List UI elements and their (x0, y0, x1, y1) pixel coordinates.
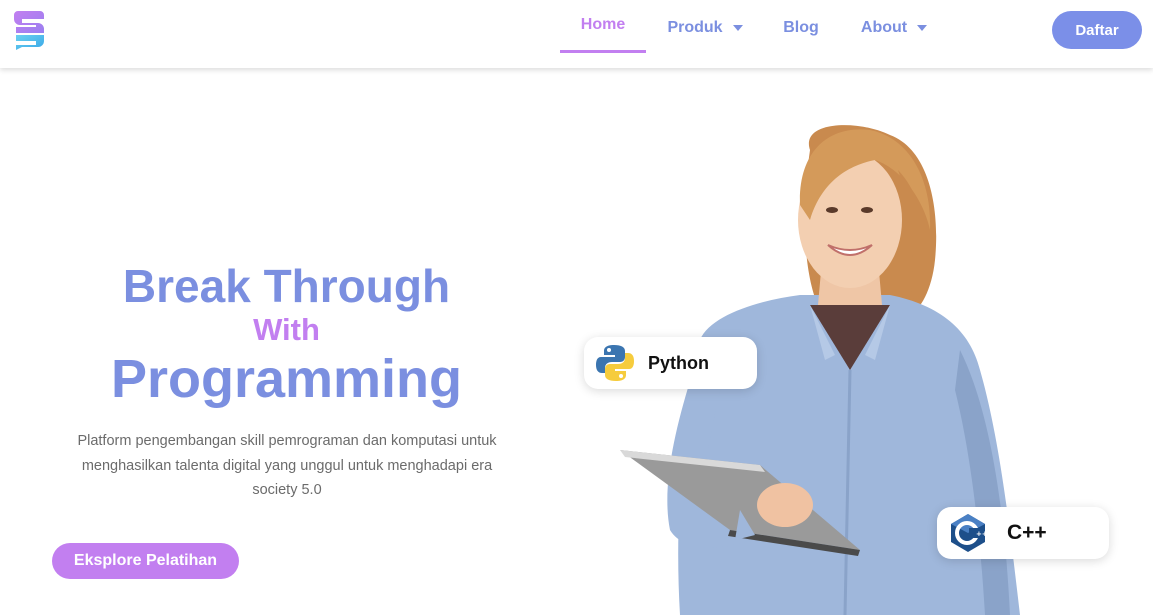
nav-home-label: Home (580, 16, 626, 33)
nav-about-label: About (860, 19, 908, 36)
python-badge-label: Python (648, 352, 709, 373)
hero-title-line2: With (253, 312, 320, 347)
caret-down-icon (732, 25, 743, 31)
nav-about[interactable]: About (852, 0, 936, 56)
brand-logo-icon[interactable] (12, 9, 46, 51)
caret-down-icon (917, 25, 928, 31)
nav-blog[interactable]: Blog (776, 0, 826, 56)
hero-title-line3: Programming (110, 349, 463, 409)
svg-text:++: ++ (976, 530, 988, 538)
nav-blog-label: Blog (783, 19, 819, 36)
cpp-logo-icon: ++ (951, 514, 988, 552)
cpp-badge: ++ C++ (937, 507, 1109, 559)
nav-produk-label: Produk (667, 19, 723, 36)
python-logo-icon (596, 345, 634, 381)
hero-title-line1: Break Through (122, 260, 451, 312)
hero-description: Platform pengembangan skill pemrograman … (77, 433, 497, 498)
navbar: Home Produk Blog About Daftar (0, 0, 1153, 68)
daftar-button[interactable]: Daftar (1052, 11, 1142, 49)
cpp-badge-label: C++ (1007, 521, 1047, 544)
python-badge: Python (584, 337, 757, 389)
nav-produk[interactable]: Produk (660, 0, 750, 56)
eksplore-pelatihan-button[interactable]: Eksplore Pelatihan (52, 543, 239, 579)
nav-home[interactable]: Home (560, 0, 646, 53)
